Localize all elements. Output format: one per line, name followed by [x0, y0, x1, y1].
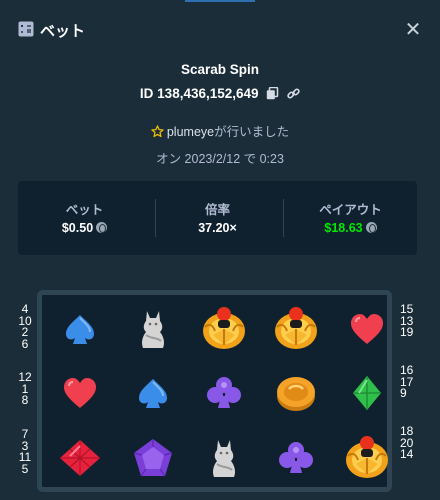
link-icon[interactable]: [287, 87, 300, 100]
modal-header: ベット ✕: [0, 0, 440, 56]
stat-payout-label: ペイアウト: [319, 203, 382, 217]
scarab-icon: [270, 303, 322, 355]
blue-spade-icon: [127, 367, 179, 419]
payout-amount: $18.63: [324, 221, 363, 235]
stat-bet: ベット $0.50: [18, 181, 151, 255]
bet-slip-icon: [18, 21, 34, 37]
bet-amount: $0.50: [61, 221, 94, 235]
placed-by-row: plumeyeが行いました: [0, 121, 440, 140]
game-name[interactable]: Scarab Spin: [0, 62, 440, 77]
payline-numbers: 15 13 19: [400, 303, 422, 339]
purple-gem-icon: [127, 432, 179, 484]
payline-number: 5: [21, 461, 29, 476]
stat-multiplier: 倍率 37.20×: [151, 181, 284, 255]
green-diamond-icon: [341, 367, 393, 419]
cat-statue-icon: [127, 303, 179, 355]
user-name[interactable]: plumeye: [167, 125, 214, 139]
payline-numbers: 18 20 14: [400, 425, 422, 461]
close-icon[interactable]: ✕: [402, 18, 424, 40]
red-gem-icon: [54, 432, 106, 484]
placed-by-suffix: が行いました: [214, 125, 290, 139]
bet-id-row: ID 138,436,152,649: [0, 86, 440, 101]
payline-numbers: 4 10 2 6: [18, 303, 32, 351]
purple-club-icon: [198, 367, 250, 419]
payline-numbers: 7 3 11 5: [18, 428, 32, 476]
stat-multiplier-label: 倍率: [204, 203, 230, 217]
stat-payout-value: $18.63: [284, 221, 417, 235]
cat-statue-icon: [198, 432, 250, 484]
payline-numbers: 16 17 9: [400, 364, 422, 400]
payline-number: 6: [21, 336, 29, 351]
payline-number: 9: [400, 386, 407, 400]
scarab-icon: [198, 303, 250, 355]
bet-datetime: オン 2023/2/12 で 0:23: [156, 152, 284, 166]
stats-panel: ベット $0.50 倍率 37.20× ペイアウト $18.63: [18, 181, 417, 255]
payline-number: 8: [21, 393, 29, 407]
payline-number: 19: [400, 325, 414, 339]
modal-title: ベット: [40, 23, 86, 40]
blue-spade-icon: [54, 303, 106, 355]
scarab-icon: [341, 432, 393, 484]
stat-bet-value: $0.50: [18, 221, 151, 235]
stat-bet-label: ベット: [65, 203, 104, 217]
red-heart-icon: [341, 303, 393, 355]
copy-icon[interactable]: [266, 87, 279, 100]
litecoin-icon: [96, 222, 108, 233]
purple-club-icon: [270, 432, 322, 484]
gold-coin-icon: [270, 367, 322, 419]
star-icon: [151, 125, 164, 138]
slot-reels-grid: [37, 290, 392, 492]
payline-number: 14: [400, 447, 414, 461]
red-heart-icon: [54, 367, 106, 419]
bet-id: ID 138,436,152,649: [139, 86, 259, 101]
stat-multiplier-value: 37.20×: [198, 221, 237, 235]
litecoin-icon: [365, 222, 377, 233]
stat-payout: ペイアウト $18.63: [284, 181, 417, 255]
payline-numbers: 12 1 8: [18, 371, 32, 407]
